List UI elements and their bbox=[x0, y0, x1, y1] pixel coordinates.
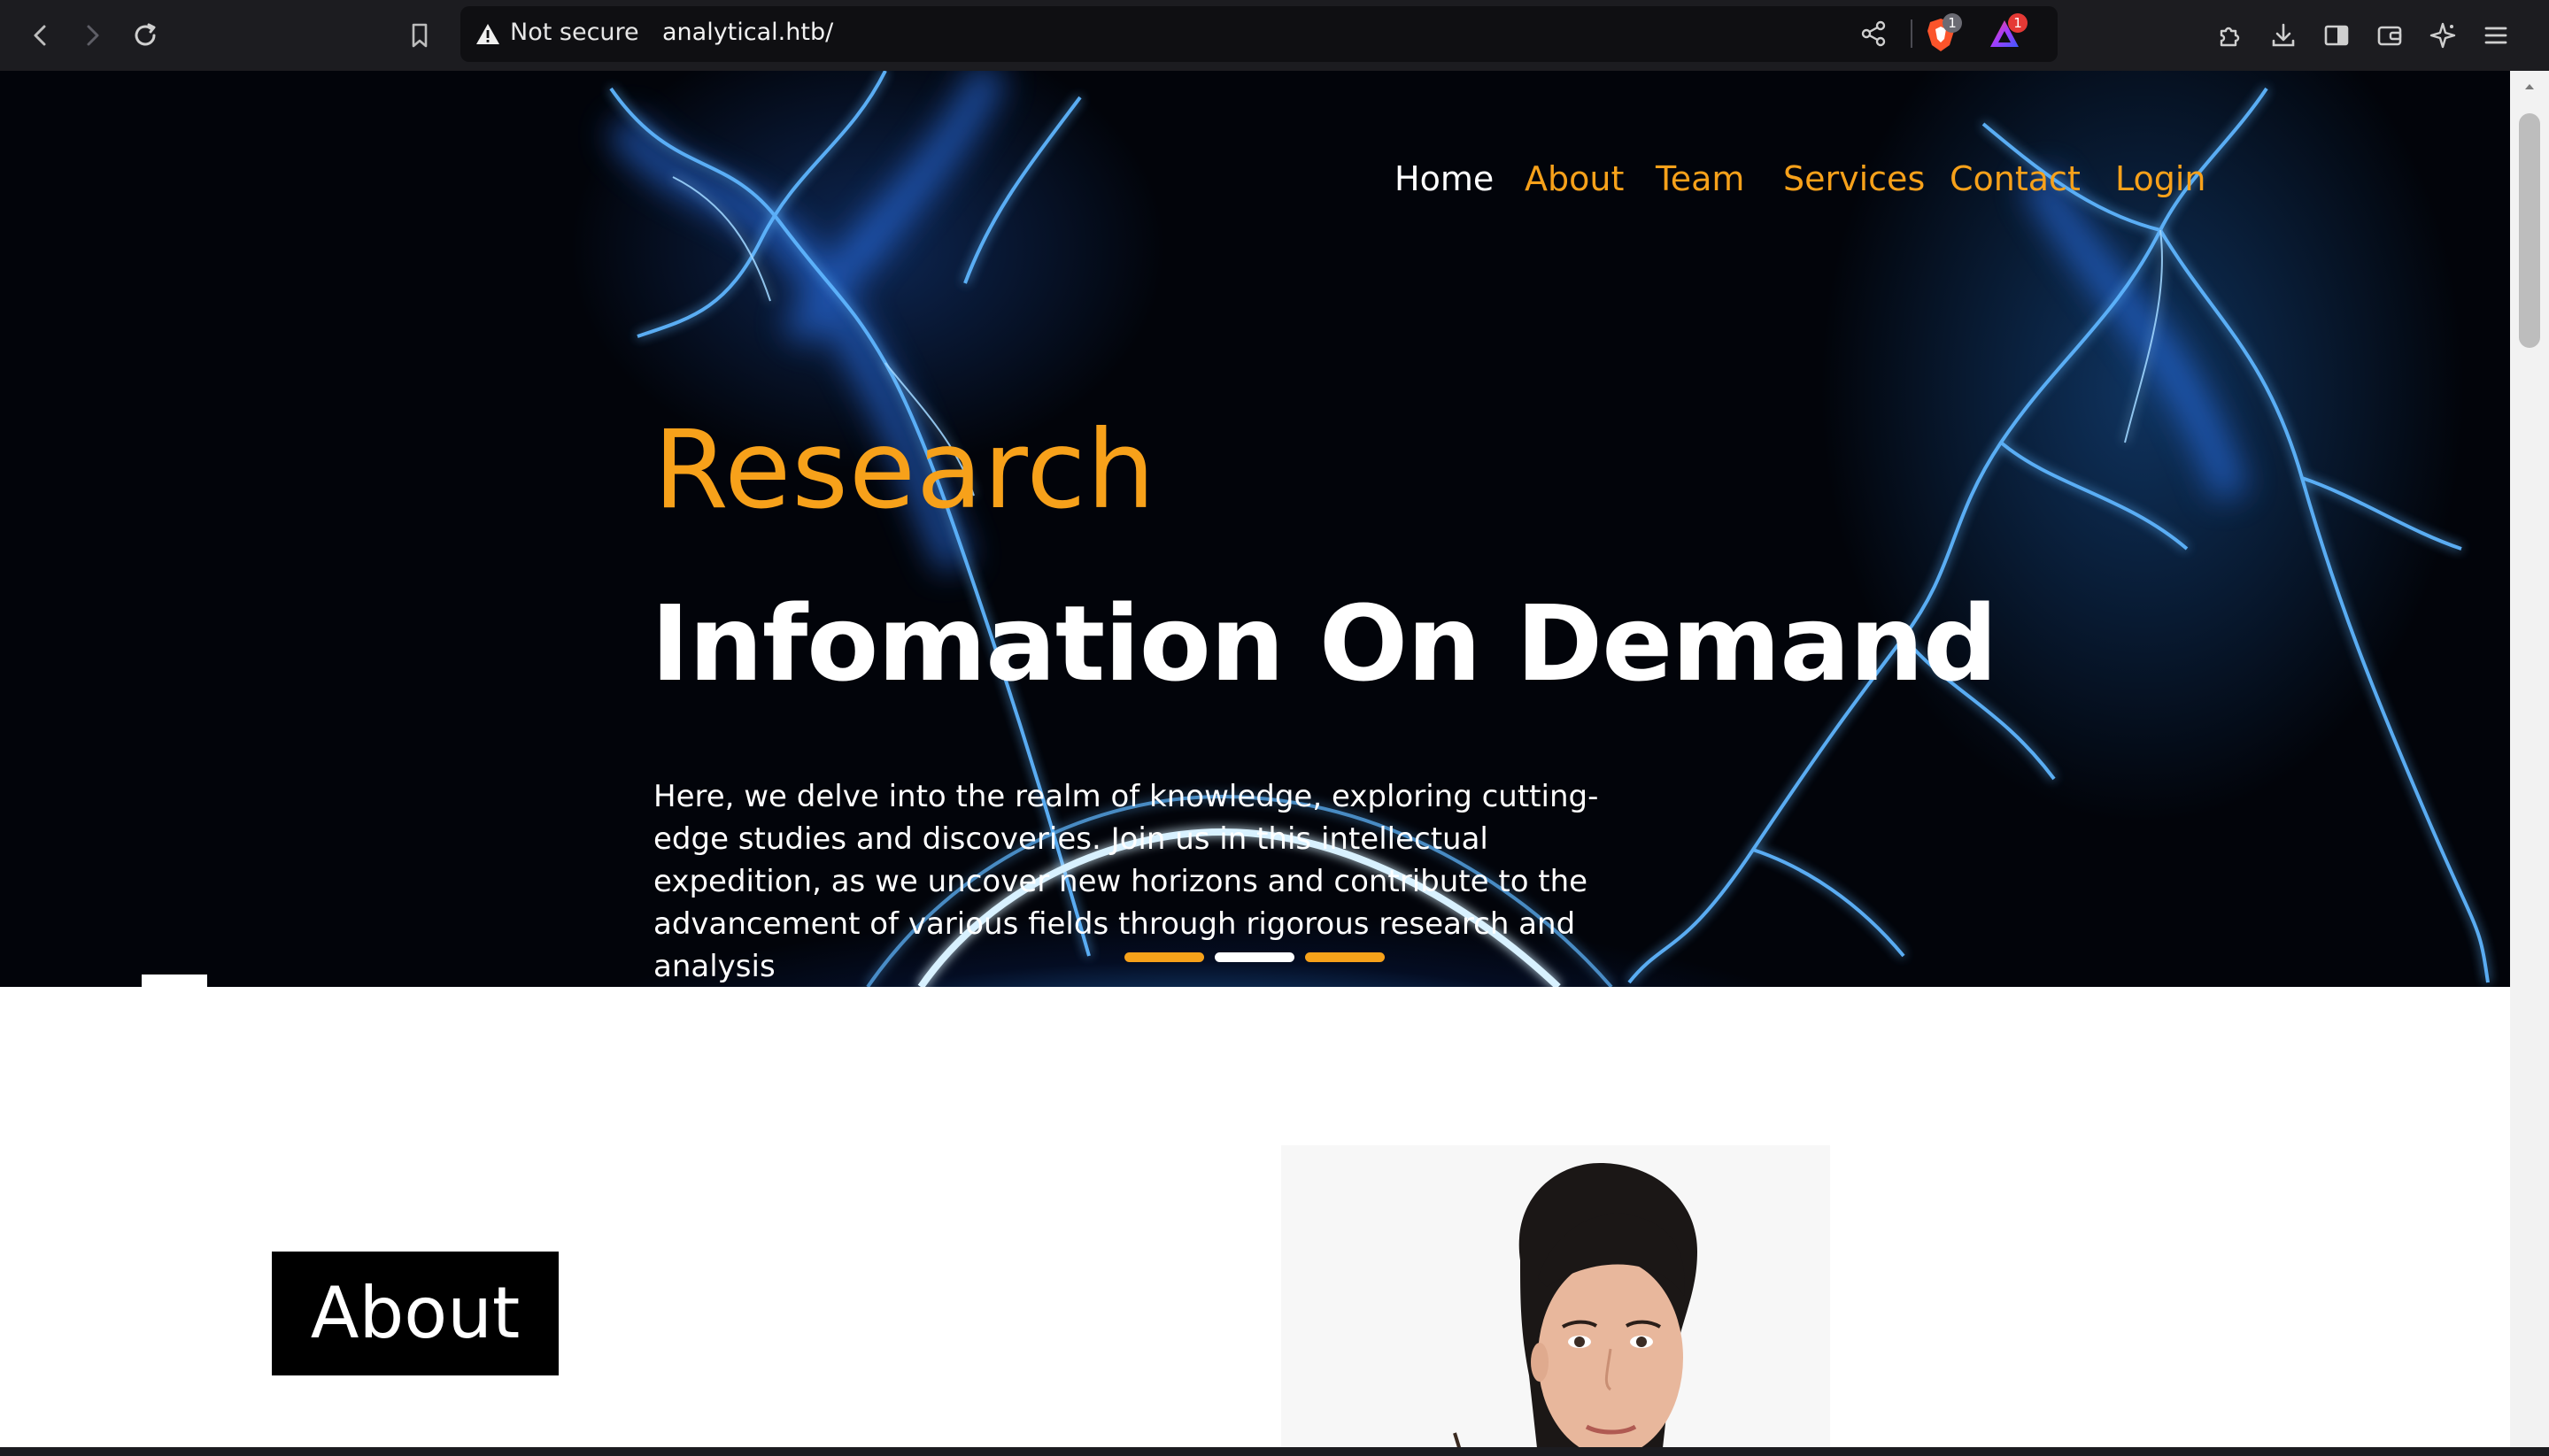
address-bar[interactable]: Not secure analytical.htb/ 1 1 bbox=[460, 6, 2058, 62]
scroll-up-arrow-icon[interactable] bbox=[2522, 80, 2537, 94]
brave-shield-count-badge: 1 bbox=[1943, 13, 1962, 33]
reload-icon[interactable] bbox=[129, 19, 161, 51]
hero-corner-tab bbox=[142, 975, 207, 987]
nav-about[interactable]: About bbox=[1525, 159, 1624, 198]
hero-banner: Home About Team Services Contact Login R… bbox=[0, 71, 2510, 987]
sidebar-icon[interactable] bbox=[2321, 19, 2352, 51]
page-scrollbar[interactable] bbox=[2510, 71, 2549, 1456]
hero-title: Infomation On Demand bbox=[651, 582, 1997, 705]
about-heading-box: About bbox=[272, 1252, 559, 1375]
url-text[interactable]: analytical.htb/ bbox=[662, 19, 833, 46]
address-bar-divider bbox=[1911, 19, 1912, 48]
security-status-label[interactable]: Not secure bbox=[510, 19, 639, 46]
brave-rewards-count-badge: 1 bbox=[2008, 13, 2028, 33]
window-bottom-edge bbox=[0, 1447, 2549, 1456]
hero-kicker: Research bbox=[653, 407, 1156, 533]
nav-services[interactable]: Services bbox=[1783, 159, 1925, 198]
browser-toolbar: Not secure analytical.htb/ 1 1 bbox=[0, 0, 2549, 72]
nav-team[interactable]: Team bbox=[1656, 159, 1744, 198]
download-icon[interactable] bbox=[2267, 19, 2299, 51]
hamburger-menu-icon[interactable] bbox=[2480, 19, 2512, 51]
about-title: About bbox=[310, 1272, 521, 1354]
wallet-icon[interactable] bbox=[2374, 19, 2406, 51]
about-portrait-photo bbox=[1281, 1145, 1830, 1456]
nav-home[interactable]: Home bbox=[1394, 159, 1494, 198]
brave-rewards-icon[interactable]: 1 bbox=[1985, 13, 2028, 54]
extensions-icon[interactable] bbox=[2214, 19, 2246, 51]
leo-ai-icon[interactable] bbox=[2427, 19, 2459, 51]
scrollbar-thumb[interactable] bbox=[2519, 113, 2540, 348]
carousel-indicator-3[interactable] bbox=[1305, 952, 1385, 962]
warning-triangle-icon[interactable] bbox=[475, 21, 501, 48]
bookmark-icon[interactable] bbox=[404, 19, 436, 51]
forward-arrow-icon[interactable] bbox=[76, 19, 108, 51]
carousel-indicator-2[interactable] bbox=[1215, 952, 1294, 962]
back-arrow-icon[interactable] bbox=[25, 19, 57, 51]
share-icon[interactable] bbox=[1859, 19, 1888, 48]
brave-shield-icon[interactable]: 1 bbox=[1923, 13, 1962, 54]
nav-login[interactable]: Login bbox=[2115, 159, 2206, 198]
carousel-indicator-1[interactable] bbox=[1124, 952, 1204, 962]
nav-contact[interactable]: Contact bbox=[1950, 159, 2081, 198]
